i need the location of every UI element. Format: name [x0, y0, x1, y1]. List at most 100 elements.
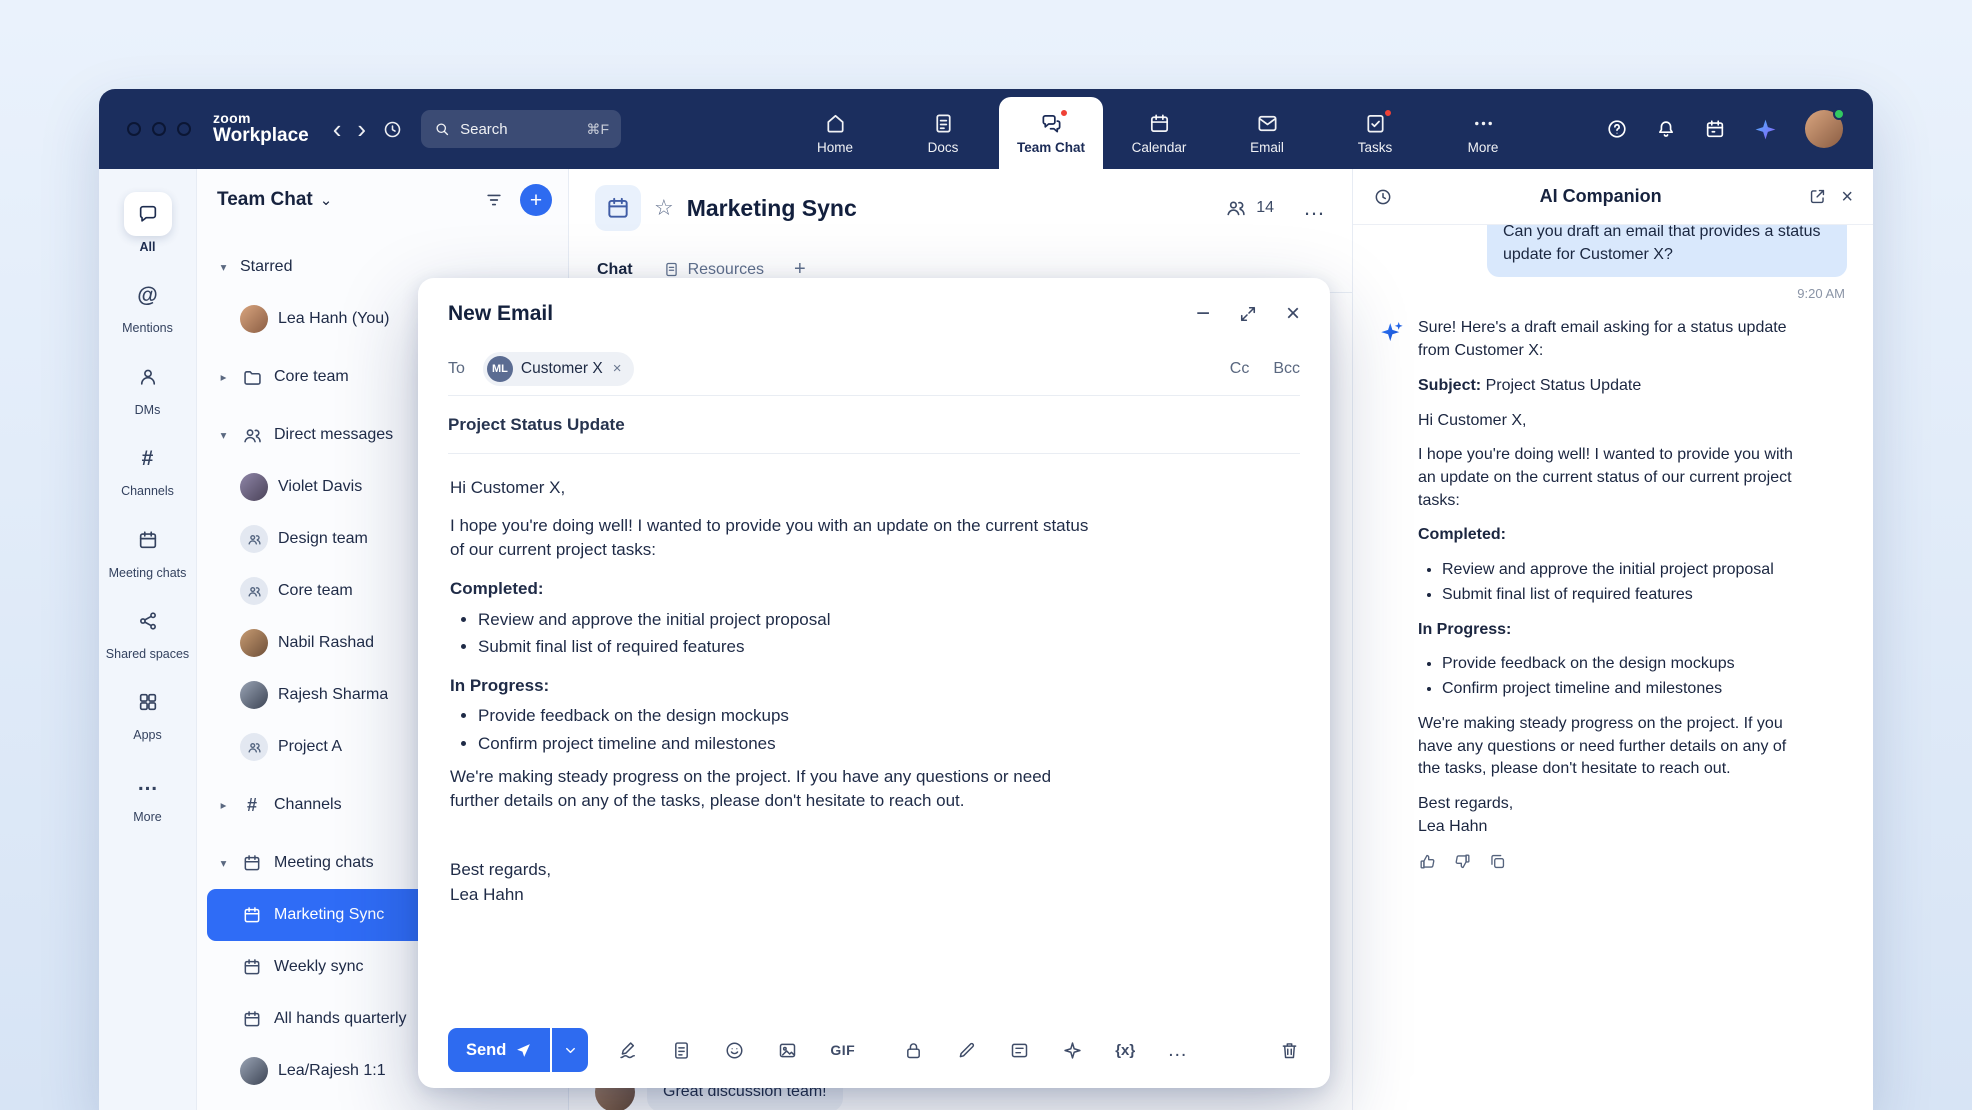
insert-image-icon[interactable] — [777, 1040, 798, 1061]
discard-trash-icon[interactable] — [1279, 1040, 1300, 1061]
back-button[interactable]: ‹ — [333, 116, 342, 142]
forward-button[interactable]: › — [357, 116, 366, 142]
send-button-group: Send — [448, 1028, 588, 1072]
send-plane-icon — [515, 1042, 532, 1059]
modal-title: New Email — [448, 302, 553, 326]
nav-home[interactable]: Home — [783, 97, 887, 169]
caret-collapsed-icon[interactable]: ▸ — [217, 370, 230, 384]
rail-item-dms[interactable]: DMs — [101, 346, 195, 427]
send-button[interactable]: Send — [448, 1028, 550, 1072]
remove-recipient-icon[interactable]: × — [613, 360, 622, 377]
recipient-chip[interactable]: ML Customer X × — [483, 352, 634, 386]
conversation-history-icon[interactable] — [1373, 187, 1393, 207]
window-controls[interactable] — [127, 122, 191, 136]
close-icon[interactable]: × — [1841, 187, 1853, 207]
nav-calendar[interactable]: Calendar — [1107, 97, 1211, 169]
rail-item-channels[interactable]: # Channels — [101, 427, 195, 508]
primary-navigation: Home Docs Team Chat — [783, 89, 1535, 169]
caret-expanded-icon[interactable]: ▾ — [217, 428, 230, 442]
star-favorite-icon[interactable]: ☆ — [654, 195, 674, 221]
ai-signature: Lea Hahn — [1418, 816, 1812, 839]
rail-label: Mentions — [122, 321, 173, 335]
new-chat-button[interactable]: + — [520, 184, 552, 216]
close-icon[interactable]: × — [1286, 302, 1300, 326]
shared-spaces-icon — [124, 599, 172, 643]
sidebar-title[interactable]: Team Chat — [217, 189, 313, 211]
edit-pencil-icon[interactable] — [956, 1040, 977, 1061]
nav-docs[interactable]: Docs — [891, 97, 995, 169]
help-icon[interactable] — [1606, 118, 1628, 140]
section-label: Direct messages — [274, 426, 393, 444]
member-count[interactable]: 14 — [1225, 197, 1274, 219]
notifications-bell-icon[interactable] — [1655, 118, 1677, 140]
open-external-icon[interactable] — [1808, 187, 1827, 206]
section-label: Starred — [240, 258, 292, 276]
copy-icon[interactable] — [1488, 852, 1507, 871]
ai-response-text: Sure! Here's a draft email asking for a … — [1418, 317, 1812, 871]
send-options-button[interactable] — [552, 1028, 588, 1072]
ai-sparkle-icon[interactable] — [1062, 1040, 1083, 1061]
window-close-button[interactable] — [127, 122, 141, 136]
chat-more-options[interactable]: … — [1303, 195, 1326, 221]
schedule-calendar-icon[interactable] — [1704, 118, 1726, 140]
rail-item-more[interactable]: … More — [101, 753, 195, 834]
to-label: To — [448, 360, 465, 378]
nav-tasks[interactable]: Tasks — [1323, 97, 1427, 169]
team-chat-icon — [1040, 112, 1063, 135]
template-layout-icon[interactable] — [1009, 1040, 1030, 1061]
signature-icon[interactable] — [618, 1040, 639, 1061]
email-body-editor[interactable]: Hi Customer X, I hope you're doing well!… — [418, 454, 1330, 1012]
rail-item-meeting-chats[interactable]: Meeting chats — [101, 509, 195, 590]
rail-item-all[interactable]: All — [101, 183, 195, 264]
ai-completed-list: Review and approve the initial project p… — [1418, 559, 1812, 606]
filter-icon[interactable] — [484, 190, 504, 210]
subject-input[interactable]: Project Status Update — [448, 415, 625, 435]
thumbs-down-icon[interactable] — [1453, 852, 1472, 871]
user-prompt-bubble: Can you draft an email that provides a s… — [1487, 225, 1847, 277]
ai-body-intro: I hope you're doing well! I wanted to pr… — [1418, 444, 1812, 512]
history-icon[interactable] — [382, 119, 403, 140]
list-item: Confirm project timeline and milestones — [1442, 678, 1812, 701]
attach-file-icon[interactable] — [671, 1040, 692, 1061]
formatting-tools: GIF {x} … — [618, 1039, 1188, 1062]
nav-email[interactable]: Email — [1215, 97, 1319, 169]
search-input[interactable]: Search ⌘F — [421, 110, 621, 148]
caret-collapsed-icon[interactable]: ▸ — [217, 798, 230, 812]
window-zoom-button[interactable] — [177, 122, 191, 136]
more-tools-icon[interactable]: … — [1167, 1039, 1188, 1062]
recipient-row: To ML Customer X × Cc Bcc — [448, 342, 1300, 396]
avatar — [240, 305, 268, 333]
list-item: Provide feedback on the design mockups — [478, 704, 1090, 729]
user-avatar[interactable] — [1805, 110, 1843, 148]
emoji-icon[interactable] — [724, 1040, 745, 1061]
rail-item-shared-spaces[interactable]: Shared spaces — [101, 590, 195, 671]
thumbs-up-icon[interactable] — [1418, 852, 1437, 871]
rail-item-apps[interactable]: Apps — [101, 671, 195, 752]
variables-icon[interactable]: {x} — [1115, 1042, 1135, 1059]
window-minimize-button[interactable] — [152, 122, 166, 136]
chevron-down-icon[interactable]: ⌄ — [320, 191, 333, 209]
minimize-icon[interactable]: − — [1196, 302, 1210, 326]
email-greeting: Hi Customer X, — [450, 476, 1090, 501]
email-signature: Lea Hahn — [450, 883, 1090, 908]
expand-icon[interactable] — [1238, 304, 1258, 324]
nav-more[interactable]: More — [1431, 97, 1535, 169]
docs-icon — [932, 112, 955, 135]
rail-item-mentions[interactable]: @ Mentions — [101, 264, 195, 345]
unread-badge — [1059, 108, 1069, 118]
subject-row[interactable]: Project Status Update — [448, 396, 1300, 454]
email-completed-heading: Completed: — [450, 577, 1090, 602]
gif-icon[interactable]: GIF — [830, 1042, 855, 1058]
ai-sparkle-icon — [1379, 317, 1406, 345]
bcc-button[interactable]: Bcc — [1273, 360, 1300, 378]
encrypt-lock-icon[interactable] — [903, 1040, 924, 1061]
ai-companion-sparkle-icon[interactable] — [1753, 117, 1778, 142]
nav-team-chat[interactable]: Team Chat — [999, 97, 1103, 169]
cc-button[interactable]: Cc — [1230, 360, 1250, 378]
nav-label: Calendar — [1132, 140, 1187, 155]
ai-companion-panel: AI Companion × Can you draft an email th… — [1352, 169, 1873, 1110]
ai-signature-block: Best regards, Lea Hahn — [1418, 793, 1812, 838]
caret-expanded-icon[interactable]: ▾ — [217, 260, 230, 274]
group-avatar-icon — [240, 577, 268, 605]
caret-expanded-icon[interactable]: ▾ — [217, 856, 230, 870]
